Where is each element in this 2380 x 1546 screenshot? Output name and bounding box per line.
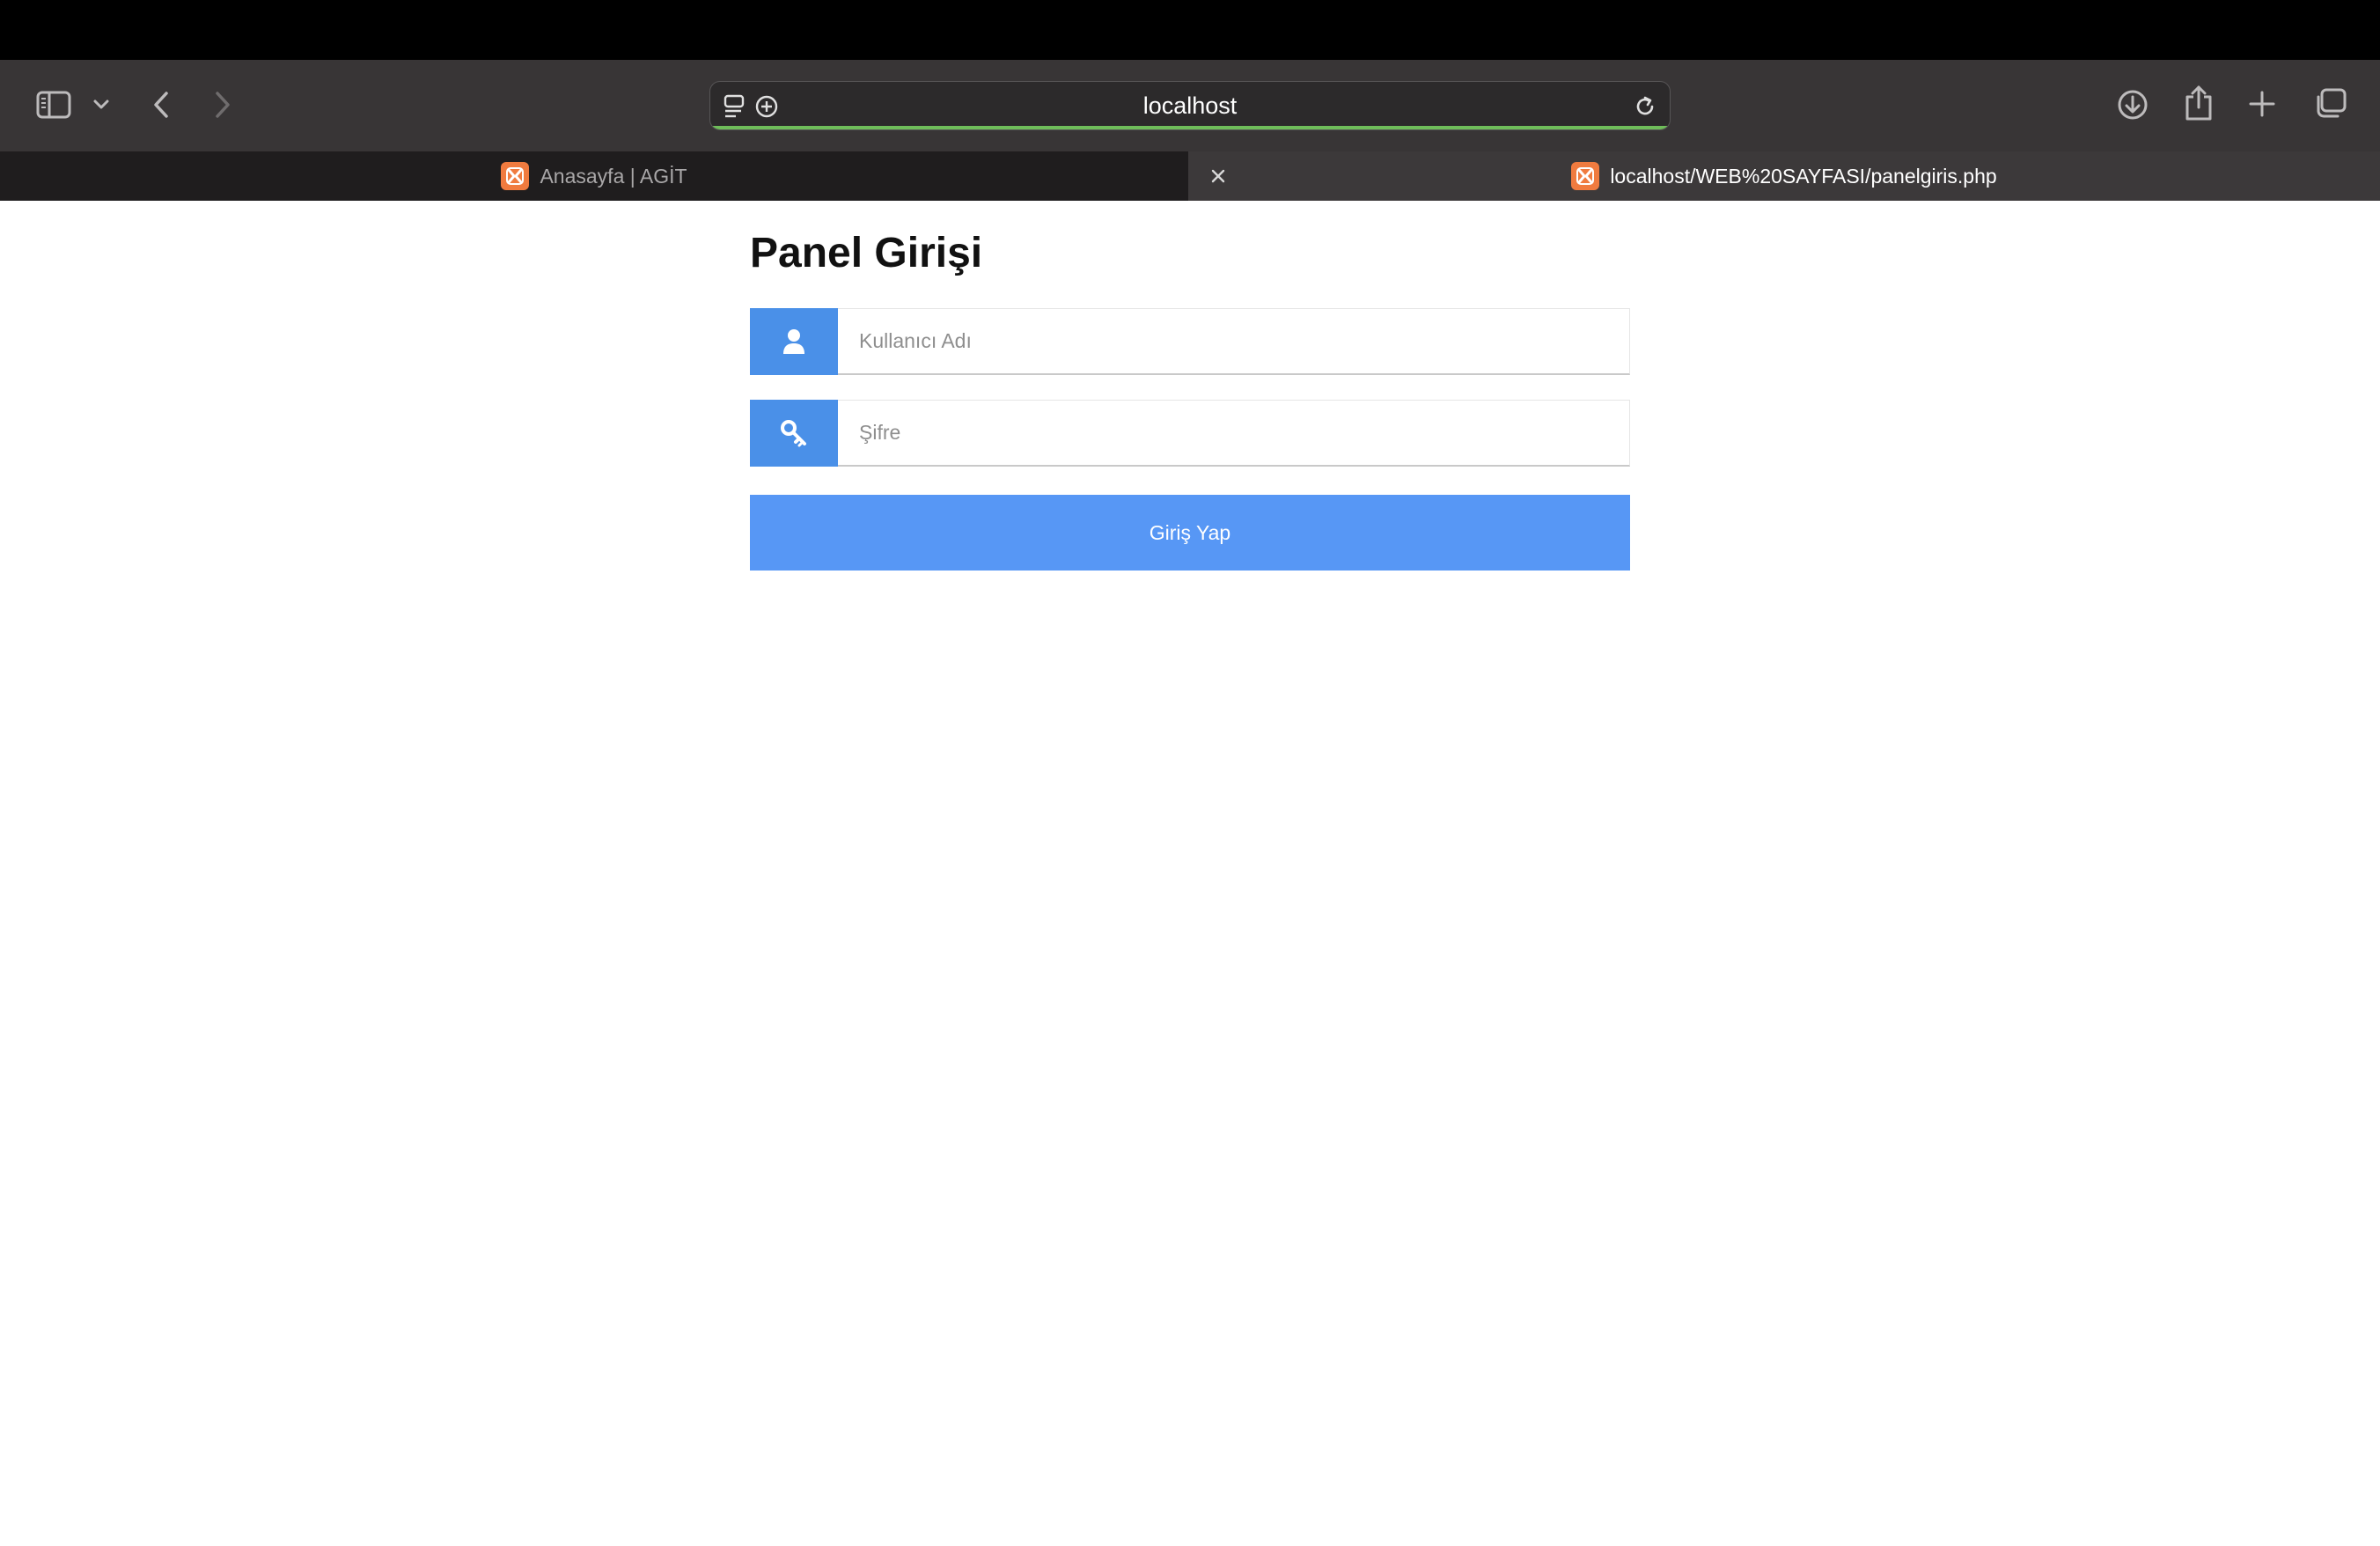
tab-title: localhost/WEB%20SAYFASI/panelgiris.php <box>1610 164 1997 188</box>
forward-icon[interactable] <box>209 86 236 123</box>
sidebar-icon[interactable] <box>33 86 74 123</box>
address-url: localhost <box>1142 92 1238 119</box>
username-group <box>750 308 1630 375</box>
page-title: Panel Girişi <box>750 230 983 276</box>
load-progress-bar <box>710 126 1670 129</box>
tab-panelgiris[interactable]: localhost/WEB%20SAYFASI/panelgiris.php <box>1188 151 2380 201</box>
login-panel: Panel Girişi Giriş Yap <box>750 232 1630 571</box>
menu-bar <box>0 0 2380 60</box>
address-bar[interactable]: localhost <box>709 81 1671 130</box>
chevron-down-icon[interactable] <box>90 92 113 118</box>
share-icon[interactable] <box>2181 83 2216 123</box>
password-field[interactable] <box>838 400 1630 467</box>
xampp-icon <box>501 162 530 190</box>
download-icon[interactable] <box>2114 86 2151 123</box>
tab-title: Anasayfa | AGİT <box>540 164 687 188</box>
close-icon[interactable] <box>1206 164 1230 188</box>
browser-toolbar: localhost <box>0 60 2380 151</box>
user-icon <box>750 308 838 375</box>
page-content: Panel Girişi Giriş Yap <box>0 201 2380 1546</box>
password-group <box>750 400 1630 467</box>
tab-overview-icon[interactable] <box>2311 86 2348 121</box>
username-field[interactable] <box>838 308 1630 375</box>
back-icon[interactable] <box>148 86 174 123</box>
new-tab-icon[interactable] <box>2246 88 2278 120</box>
reload-icon[interactable] <box>1631 92 1659 121</box>
tab-anasayfa[interactable]: Anasayfa | AGİT <box>0 151 1188 201</box>
xampp-icon <box>1571 162 1600 190</box>
login-button[interactable]: Giriş Yap <box>750 495 1630 571</box>
key-icon <box>750 400 838 467</box>
tab-bar: Anasayfa | AGİT localhost/WEB%20SAYFASI/… <box>0 151 2380 201</box>
